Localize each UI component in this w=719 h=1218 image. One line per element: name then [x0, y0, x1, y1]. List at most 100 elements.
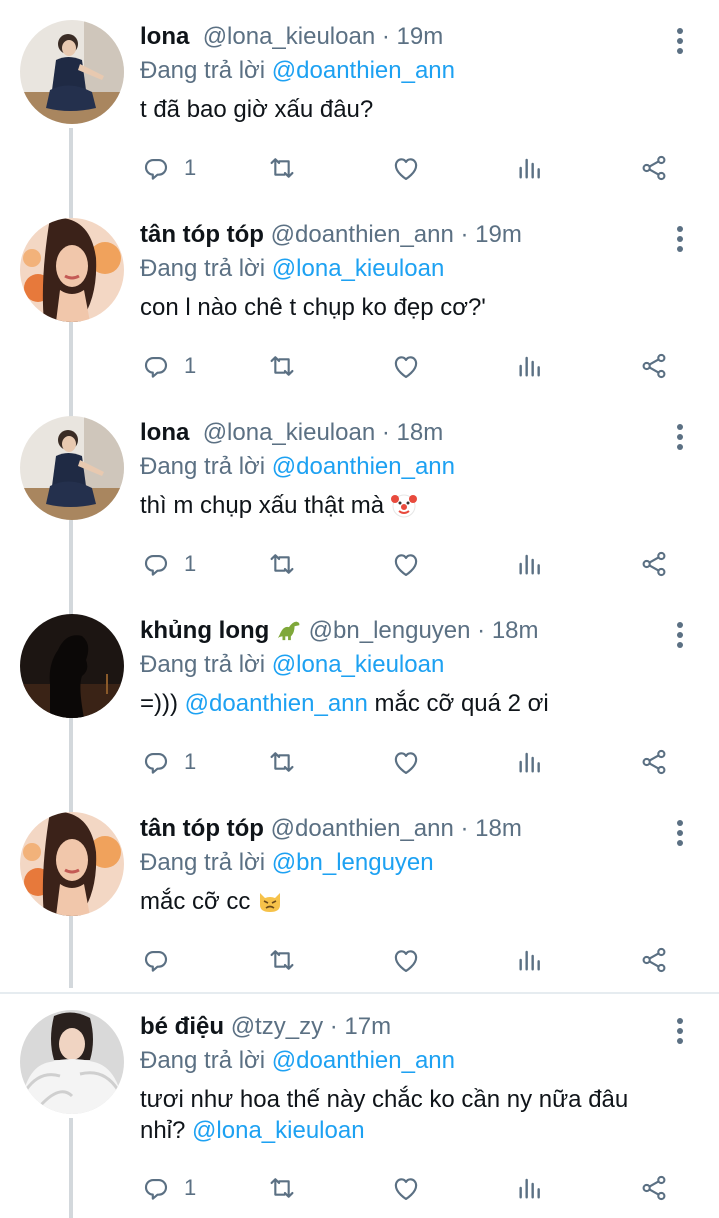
- share-button[interactable]: [638, 148, 670, 188]
- tweet-text-line: nhỉ? @lona_kieuloan: [140, 1115, 669, 1146]
- avatar[interactable]: [20, 812, 124, 916]
- analytics-icon: [514, 944, 546, 976]
- like-button[interactable]: [390, 1168, 422, 1208]
- mention-link[interactable]: @doanthien_ann: [185, 690, 368, 717]
- avatar[interactable]: [20, 1010, 124, 1114]
- display-name[interactable]: tân tóp tóp: [140, 815, 264, 842]
- tweet-text-body: thì m chụp xấu thật mà: [140, 492, 385, 519]
- retweet-button[interactable]: [266, 1168, 298, 1208]
- tweet-text: thì m chụp xấu thật mà: [140, 490, 669, 521]
- replying-to-handle[interactable]: @lona_kieuloan: [272, 651, 445, 678]
- handle[interactable]: @bn_lenguyen: [309, 617, 471, 644]
- replying-to-handle[interactable]: @doanthien_ann: [272, 453, 455, 480]
- like-button[interactable]: [390, 544, 422, 584]
- replying-to: Đang trả lời @lona_kieuloan: [140, 648, 669, 682]
- analytics-button[interactable]: [514, 544, 546, 584]
- reply-button[interactable]: 1: [140, 1168, 196, 1208]
- reply-button[interactable]: 1: [140, 346, 196, 386]
- tweet-text-body: mắc cỡ cc: [140, 888, 251, 915]
- handle[interactable]: @tzy_zy: [231, 1013, 323, 1040]
- display-name[interactable]: bé điệu: [140, 1013, 224, 1040]
- share-button[interactable]: [638, 1168, 670, 1208]
- share-icon: [638, 350, 670, 382]
- retweet-button[interactable]: [266, 346, 298, 386]
- more-options-icon[interactable]: [675, 226, 685, 256]
- display-name[interactable]: lona: [140, 419, 189, 446]
- avatar[interactable]: [20, 20, 124, 124]
- avatar[interactable]: [20, 614, 124, 718]
- tweet-content: tân tóp tóp @doanthien_ann · 18m Đang tr…: [140, 812, 669, 917]
- share-button[interactable]: [638, 544, 670, 584]
- retweet-button[interactable]: [266, 940, 298, 980]
- reply-button[interactable]: 1: [140, 742, 196, 782]
- handle[interactable]: @lona_kieuloan: [203, 419, 376, 446]
- like-button[interactable]: [390, 940, 422, 980]
- more-options-icon[interactable]: [675, 820, 685, 850]
- more-options-icon[interactable]: [675, 424, 685, 454]
- handle[interactable]: @doanthien_ann: [271, 221, 454, 248]
- analytics-button[interactable]: [514, 940, 546, 980]
- tweet-text: t đã bao giờ xấu đâu?: [140, 96, 374, 123]
- analytics-icon: [514, 350, 546, 382]
- pouting-cat-emoji-icon: [256, 887, 284, 915]
- timestamp[interactable]: 18m: [475, 815, 522, 842]
- more-options-icon[interactable]: [675, 622, 685, 652]
- display-name[interactable]: lona: [140, 23, 189, 50]
- display-name[interactable]: khủng long: [140, 617, 269, 644]
- share-button[interactable]: [638, 346, 670, 386]
- heart-icon: [390, 152, 422, 184]
- analytics-button[interactable]: [514, 346, 546, 386]
- replying-to: Đang trả lời @doanthien_ann: [140, 54, 669, 88]
- replying-to-handle[interactable]: @bn_lenguyen: [272, 849, 434, 876]
- replying-prefix: Đang trả lời: [140, 255, 266, 282]
- reply-button[interactable]: 1: [140, 544, 196, 584]
- display-name[interactable]: tân tóp tóp: [140, 221, 264, 248]
- retweet-icon: [266, 944, 298, 976]
- analytics-icon: [514, 152, 546, 184]
- replying-to-handle[interactable]: @doanthien_ann: [272, 57, 455, 84]
- handle[interactable]: @doanthien_ann: [271, 815, 454, 842]
- timestamp[interactable]: 18m: [397, 419, 444, 446]
- tweet-text: con l nào chê t chụp ko đẹp cơ?': [140, 294, 486, 321]
- reply-icon: [140, 746, 172, 778]
- more-options-icon[interactable]: [675, 1018, 685, 1048]
- timestamp[interactable]: 17m: [344, 1013, 391, 1040]
- tweet-actions: 1: [140, 742, 680, 782]
- avatar-tan-icon: [20, 812, 124, 916]
- reply-count: 1: [184, 155, 197, 180]
- share-button[interactable]: [638, 940, 670, 980]
- share-icon: [638, 1172, 670, 1204]
- analytics-button[interactable]: [514, 148, 546, 188]
- replying-to-handle[interactable]: @doanthien_ann: [272, 1047, 455, 1074]
- analytics-button[interactable]: [514, 742, 546, 782]
- reply-button[interactable]: 1: [140, 148, 196, 188]
- retweet-button[interactable]: [266, 742, 298, 782]
- handle[interactable]: @lona_kieuloan: [203, 23, 376, 50]
- replying-to: Đang trả lời @lona_kieuloan: [140, 252, 669, 286]
- avatar[interactable]: [20, 218, 124, 322]
- reply-button[interactable]: [140, 940, 184, 980]
- timestamp[interactable]: 19m: [397, 23, 444, 50]
- retweet-icon: [266, 1172, 298, 1204]
- avatar-tan-icon: [20, 218, 124, 322]
- like-button[interactable]: [390, 742, 422, 782]
- more-options-icon[interactable]: [675, 28, 685, 58]
- tweet-header: tân tóp tóp @doanthien_ann · 18m: [140, 812, 669, 846]
- retweet-icon: [266, 746, 298, 778]
- like-button[interactable]: [390, 148, 422, 188]
- replying-to: Đang trả lời @doanthien_ann: [140, 450, 669, 484]
- timestamp[interactable]: 18m: [492, 617, 539, 644]
- share-button[interactable]: [638, 742, 670, 782]
- timestamp[interactable]: 19m: [475, 221, 522, 248]
- avatar-lona-icon: [20, 416, 124, 520]
- mention-link[interactable]: @lona_kieuloan: [192, 1117, 365, 1144]
- replying-to-handle[interactable]: @lona_kieuloan: [272, 255, 445, 282]
- analytics-button[interactable]: [514, 1168, 546, 1208]
- avatar-lona-icon: [20, 20, 124, 124]
- like-button[interactable]: [390, 346, 422, 386]
- retweet-button[interactable]: [266, 544, 298, 584]
- retweet-icon: [266, 548, 298, 580]
- heart-icon: [390, 1172, 422, 1204]
- retweet-button[interactable]: [266, 148, 298, 188]
- avatar[interactable]: [20, 416, 124, 520]
